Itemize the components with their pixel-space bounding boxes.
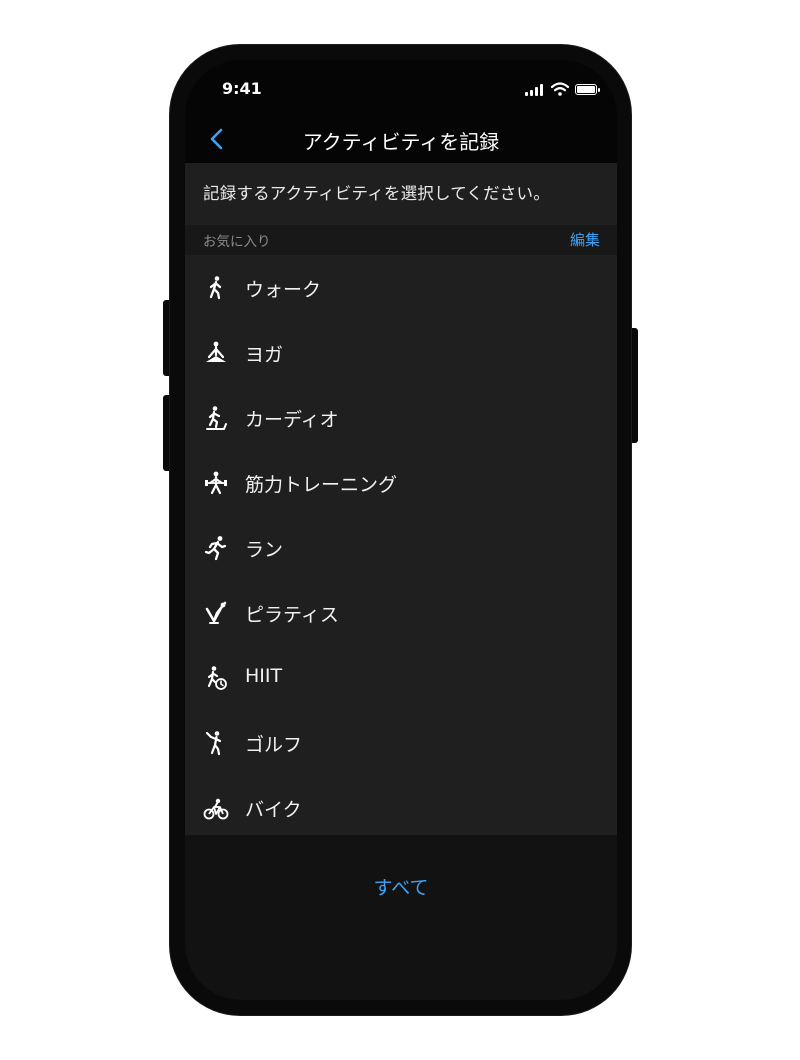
yoga-icon xyxy=(206,341,226,362)
activity-label: ピラティス xyxy=(245,604,339,626)
wifi-icon xyxy=(551,82,569,96)
edit-button[interactable]: 編集 xyxy=(570,229,600,250)
status-bar: 9:41 xyxy=(185,60,617,116)
instruction-text: 記録するアクティビティを選択してください。 xyxy=(203,184,550,203)
activity-item-pilates[interactable]: ピラティス xyxy=(185,580,617,645)
strength-training-icon xyxy=(205,471,227,495)
activity-content: 記録するアクティビティを選択してください。 お気に入り 編集 ウォーク ヨガ カ… xyxy=(185,163,617,835)
run-icon xyxy=(204,536,227,561)
phone-screen: 9:41 アクティビティを記録 記録するアクティビティを選択してください。 お気… xyxy=(185,60,617,1000)
hiit-icon xyxy=(207,666,227,690)
nav-bar: アクティビティを記録 xyxy=(185,116,617,162)
pilates-icon xyxy=(205,601,227,624)
golf-icon xyxy=(205,731,222,756)
page-title: アクティビティを記録 xyxy=(302,130,500,154)
favorites-label: お気に入り xyxy=(203,234,271,250)
activity-label: ウォーク xyxy=(245,279,322,301)
activity-item-hiit[interactable]: HIIT xyxy=(185,645,617,710)
all-activities-button[interactable]: すべて xyxy=(185,873,617,900)
activity-item-yoga[interactable]: ヨガ xyxy=(185,320,617,385)
favorites-header: お気に入り 編集 xyxy=(185,225,617,255)
activity-label: HIIT xyxy=(245,665,283,687)
activity-item-strength-training[interactable]: 筋力トレーニング xyxy=(185,450,617,515)
activity-item-golf[interactable]: ゴルフ xyxy=(185,710,617,775)
battery-icon xyxy=(575,84,600,95)
activity-item-run[interactable]: ラン xyxy=(185,515,617,580)
activity-item-bike[interactable]: バイク xyxy=(185,775,617,840)
activity-label: ラン xyxy=(245,539,284,561)
activity-label: カーディオ xyxy=(245,409,339,431)
bike-icon xyxy=(203,798,229,820)
activity-item-walk[interactable]: ウォーク xyxy=(185,255,617,320)
activity-item-cardio[interactable]: カーディオ xyxy=(185,385,617,450)
activity-label: ヨガ xyxy=(245,344,284,366)
status-time: 9:41 xyxy=(222,79,262,98)
cellular-signal-icon xyxy=(525,84,547,96)
activity-label: 筋力トレーニング xyxy=(245,474,398,496)
walk-icon xyxy=(209,276,222,300)
cardio-icon xyxy=(206,406,227,430)
bottom-bar: すべて xyxy=(185,835,617,1000)
activity-label: ゴルフ xyxy=(245,734,303,756)
activity-list: ウォーク ヨガ カーディオ 筋力トレーニング ラン ピラティス HIIT ゴルフ… xyxy=(185,255,617,840)
activity-label: バイク xyxy=(245,799,302,821)
